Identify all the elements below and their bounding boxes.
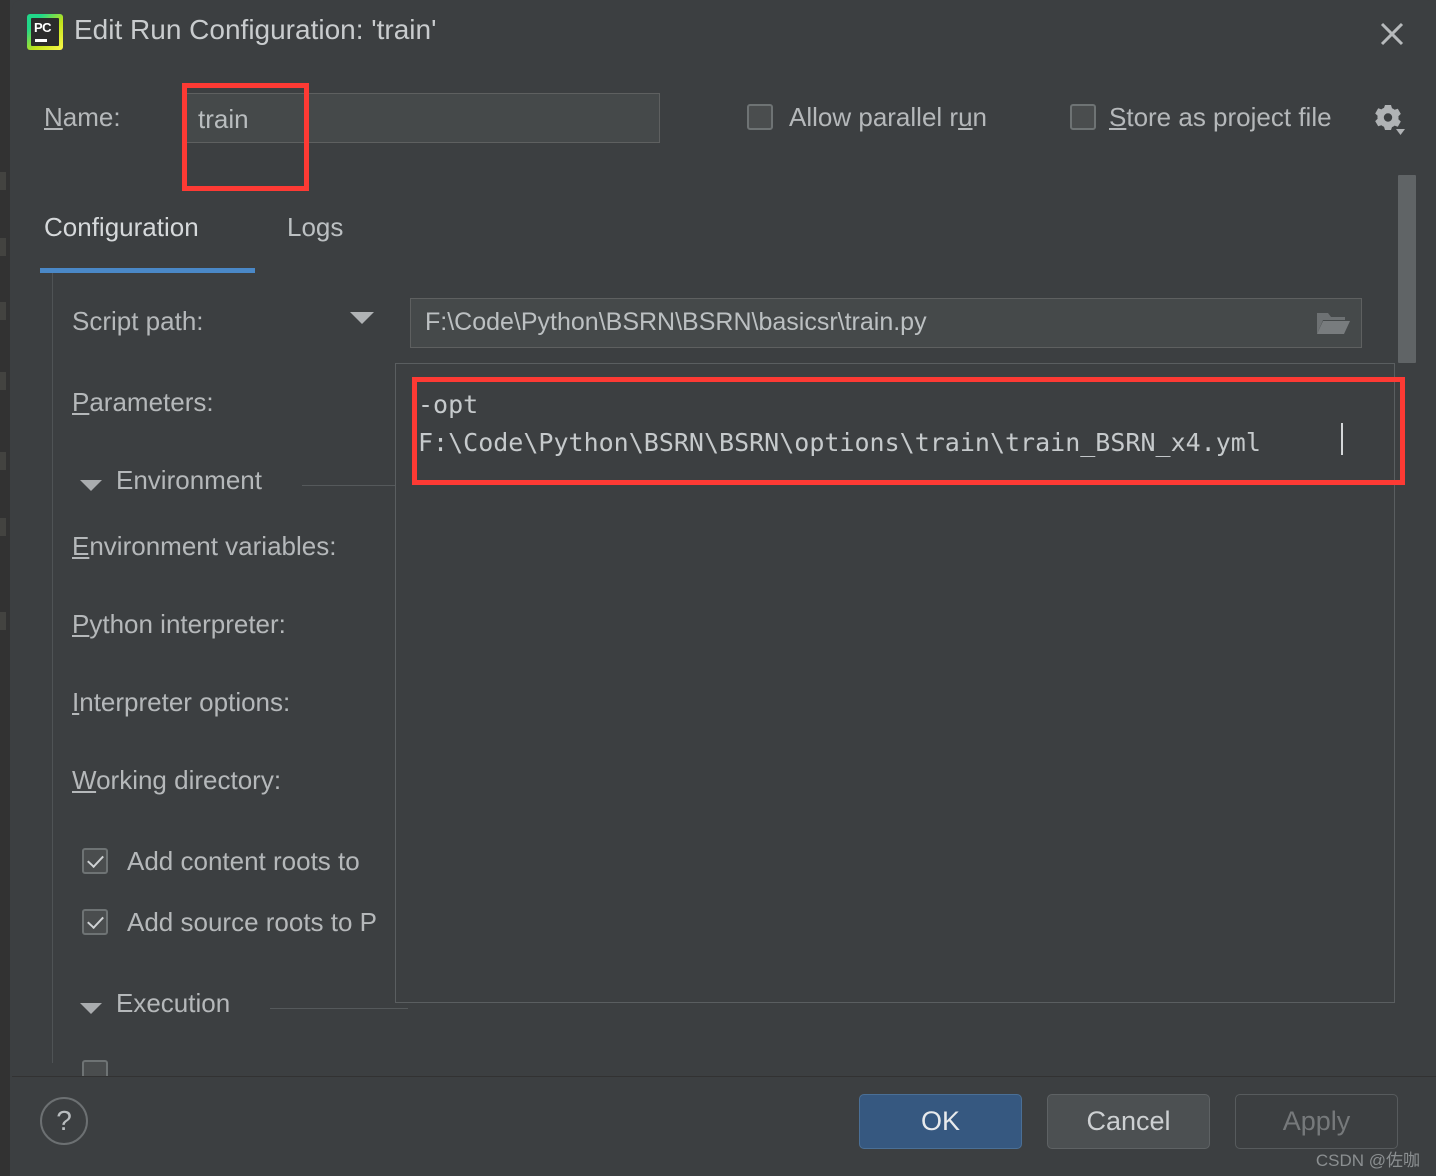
script-path-input[interactable]: F:\Code\Python\BSRN\BSRN\basicsr\train.p… [410, 298, 1362, 348]
dialog-title: Edit Run Configuration: 'train' [74, 14, 437, 45]
parameters-value-line1: -opt [418, 390, 479, 419]
name-label: Name: [44, 102, 121, 132]
section-divider [270, 1008, 408, 1009]
ide-background-marker [0, 238, 6, 256]
help-button[interactable]: ? [40, 1097, 88, 1145]
screen-root: PC Edit Run Configuration: 'train' Name:… [0, 0, 1436, 1176]
section-environment-title: Environment [116, 465, 262, 495]
ide-background-marker [0, 372, 6, 390]
ide-background-marker [0, 172, 6, 190]
environment-variables-label: Environment variables: [72, 531, 337, 561]
parameters-editor[interactable]: -opt F:\Code\Python\BSRN\BSRN\options\tr… [395, 363, 1395, 1003]
script-path-label: Script path: [72, 306, 204, 336]
ide-background-marker [0, 612, 6, 630]
pycharm-icon-bar [35, 39, 47, 42]
apply-button: Apply [1235, 1094, 1398, 1149]
section-divider [302, 485, 407, 486]
add-source-roots-checkbox[interactable] [82, 909, 108, 935]
interpreter-options-label: Interpreter options: [72, 687, 291, 717]
allow-parallel-run-label: Allow parallel run [789, 102, 988, 132]
pycharm-icon: PC [27, 14, 63, 50]
name-input[interactable]: train [185, 93, 660, 143]
allow-parallel-run-checkbox[interactable] [747, 104, 773, 130]
ide-background-marker [0, 302, 6, 320]
edit-run-configuration-dialog: PC Edit Run Configuration: 'train' Name:… [12, 0, 1436, 1176]
dialog-scrollbar[interactable] [1398, 70, 1420, 1060]
cancel-button[interactable]: Cancel [1047, 1094, 1210, 1149]
ok-button[interactable]: OK [859, 1094, 1022, 1149]
ide-background-marker [0, 518, 6, 536]
pycharm-icon-label: PC [34, 20, 52, 35]
working-directory-label: Working directory: [72, 765, 282, 795]
add-source-roots-label: Add source roots to P [127, 907, 378, 937]
python-interpreter-label: Python interpreter: [72, 609, 286, 639]
close-icon[interactable] [1370, 12, 1414, 56]
folder-icon[interactable] [1315, 308, 1351, 338]
ide-background-marker [0, 452, 6, 470]
parameters-label: Parameters: [72, 387, 214, 417]
dialog-footer: ? OK Cancel Apply [12, 1077, 1436, 1176]
chevron-down-icon[interactable] [350, 312, 374, 324]
parameters-value-line2: F:\Code\Python\BSRN\BSRN\options\train\t… [418, 428, 1261, 457]
script-path-value: F:\Code\Python\BSRN\BSRN\basicsr\train.p… [425, 308, 927, 336]
chevron-down-icon[interactable] [80, 480, 102, 491]
text-caret [1341, 423, 1343, 455]
tab-logs[interactable]: Logs [283, 212, 347, 243]
watermark: CSDN @佐咖 [1315, 1151, 1420, 1170]
section-execution-title: Execution [116, 988, 231, 1018]
add-content-roots-label: Add content roots to [127, 846, 360, 876]
dialog-scrollbar-thumb[interactable] [1398, 175, 1416, 363]
tab-configuration[interactable]: Configuration [40, 212, 203, 243]
store-as-project-file-checkbox[interactable] [1070, 104, 1096, 130]
dialog-titlebar: PC Edit Run Configuration: 'train' [12, 0, 1436, 68]
name-input-value: train [198, 104, 249, 134]
store-as-project-file-label: Store as project file [1109, 102, 1332, 132]
chevron-down-icon[interactable] [80, 1003, 102, 1014]
add-content-roots-checkbox[interactable] [82, 848, 108, 874]
